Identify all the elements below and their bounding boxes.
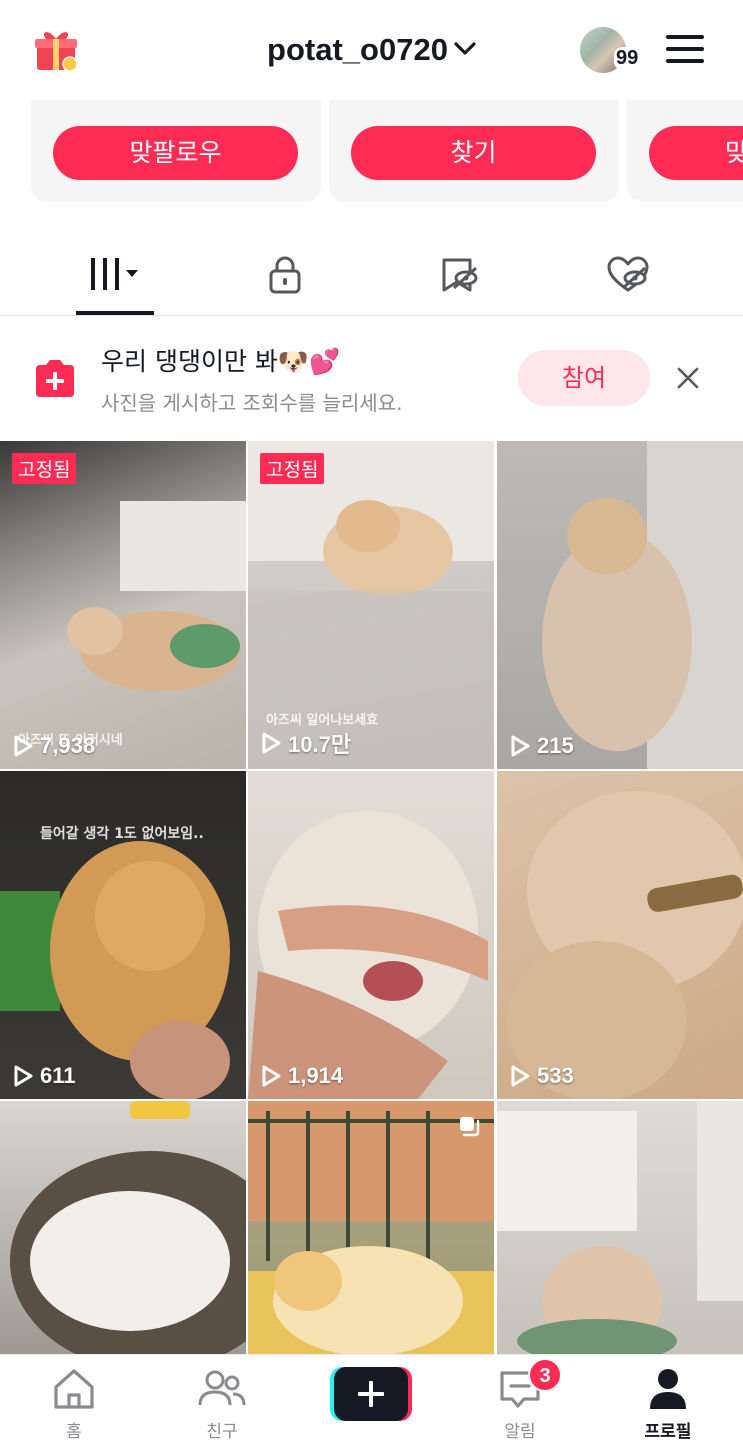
cat-image	[0, 841, 230, 1099]
video-grid: 고정됨 아즈씨 또 이러시네 7,938 고정됨 아즈씨 일어나보세효 10.7…	[0, 441, 743, 1354]
nav-friends-label: 친구	[206, 1422, 238, 1442]
video-thumbnail[interactable]: 1,914	[248, 771, 494, 1099]
suggestion-cards: 맞팔로우 찾기 맞	[0, 100, 743, 205]
video-thumbnail[interactable]	[248, 1101, 494, 1354]
view-count-text: 10.7만	[288, 732, 352, 757]
video-thumbnail[interactable]: 533	[497, 771, 743, 1099]
video-thumbnail[interactable]	[497, 1101, 743, 1354]
nav-friends[interactable]: 친구	[162, 1355, 282, 1449]
nav-home-label: 홈	[66, 1422, 82, 1442]
play-icon	[511, 735, 530, 757]
video-thumbnail[interactable]: 들어갈 생각 1도 없어보임.. 611	[0, 771, 246, 1099]
play-icon	[262, 1065, 281, 1087]
video-thumbnail[interactable]: 고정됨 아즈씨 또 이러시네 7,938	[0, 441, 246, 769]
menu-icon[interactable]	[666, 35, 704, 65]
video-caption: 들어갈 생각 1도 없어보임..	[40, 826, 204, 842]
card-follow-back: 맞팔로우	[31, 100, 321, 202]
view-count: 611	[12, 1063, 76, 1089]
view-count: 1,914	[260, 1063, 343, 1089]
profile-tabs	[0, 230, 743, 316]
banner-title: 우리 댕댕이만 봐🐶💕	[101, 347, 341, 376]
create-button[interactable]	[330, 1367, 412, 1421]
multi-photo-icon	[460, 1117, 480, 1137]
cat-image	[497, 1101, 743, 1354]
video-thumbnail[interactable]	[0, 1101, 246, 1354]
view-count: 7,938	[12, 733, 95, 759]
cat-image	[248, 1101, 494, 1354]
nav-inbox-label: 알림	[504, 1422, 536, 1442]
avatar-button[interactable]: 99	[580, 27, 646, 75]
cat-image	[10, 1101, 246, 1354]
view-count-text: 611	[40, 1063, 76, 1088]
nav-profile-label: 프로필	[644, 1422, 692, 1442]
play-icon	[262, 732, 281, 754]
pinned-badge: 고정됨	[260, 453, 325, 484]
find-button[interactable]: 찾기	[351, 126, 596, 180]
nav-inbox[interactable]: 알림	[460, 1355, 580, 1449]
lock-icon	[269, 256, 301, 294]
repost-icon	[442, 258, 478, 292]
view-count-text: 215	[537, 733, 574, 758]
chevron-down-icon	[454, 42, 476, 55]
nav-profile[interactable]: 프로필	[608, 1355, 728, 1449]
play-icon	[511, 1065, 530, 1087]
home-icon	[54, 1369, 94, 1409]
view-count: 533	[509, 1063, 574, 1089]
view-count-text: 7,938	[40, 733, 96, 758]
profile-icon	[650, 1369, 686, 1409]
cat-image	[248, 811, 488, 1099]
video-thumbnail[interactable]: 215	[497, 441, 743, 769]
view-count-text: 1,914	[288, 1063, 344, 1088]
follow-back-button[interactable]: 맞팔로우	[53, 126, 298, 180]
inbox-badge: 3	[528, 1358, 562, 1392]
grid-icon	[91, 258, 138, 290]
follow-back-button-2[interactable]: 맞	[649, 126, 743, 180]
view-count: 10.7만	[260, 727, 351, 759]
cat-image	[542, 441, 743, 769]
camera-plus-icon	[36, 360, 74, 397]
close-icon[interactable]	[676, 366, 700, 390]
nav-home[interactable]: 홈	[14, 1355, 134, 1449]
username: potat_o0720	[267, 32, 448, 67]
view-count-text: 533	[537, 1063, 574, 1088]
banner-subtitle: 사진을 게시하고 조회수를 늘리세요.	[101, 391, 403, 415]
friends-icon	[198, 1370, 246, 1406]
heart-icon	[607, 256, 649, 292]
tab-liked[interactable]	[573, 230, 683, 316]
video-thumbnail[interactable]: 고정됨 아즈씨 일어나보세효 10.7만	[248, 441, 494, 769]
tab-private[interactable]	[230, 230, 340, 316]
cat-image	[67, 501, 246, 691]
profile-header: potat_o0720 99	[0, 0, 743, 100]
video-caption: 아즈씨 일어나보세효	[266, 713, 379, 728]
pinned-badge: 고정됨	[12, 453, 77, 484]
tab-reposts[interactable]	[405, 230, 515, 316]
play-icon	[14, 735, 33, 757]
card-find: 찾기	[329, 100, 619, 202]
view-count: 215	[509, 733, 574, 759]
play-icon	[14, 1065, 33, 1087]
join-button[interactable]: 참여	[518, 350, 650, 406]
avatar-count: 99	[614, 47, 641, 70]
tab-active-indicator	[76, 311, 154, 315]
cat-image	[507, 791, 743, 1099]
card-follow-back-2: 맞	[627, 100, 743, 202]
bottom-nav: 홈 친구 알림 프로필	[0, 1354, 743, 1449]
tab-videos[interactable]	[60, 230, 170, 316]
